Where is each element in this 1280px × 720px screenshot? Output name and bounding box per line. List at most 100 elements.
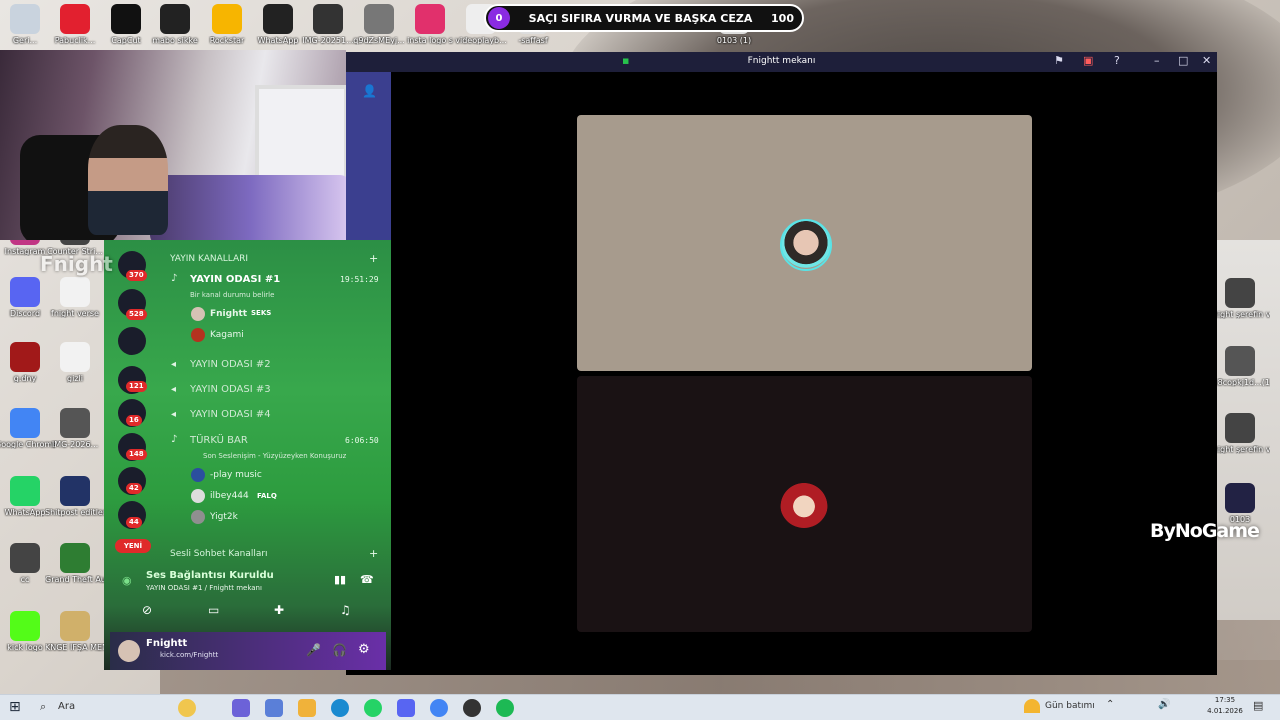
shortcut-icon (1225, 346, 1255, 376)
shortcut-label: 0103 (1) (716, 36, 752, 45)
user-tag-falq: FALQ (257, 492, 277, 500)
shortcut-label: -saffasf (518, 36, 548, 45)
channel-yayin-3[interactable]: YAYIN ODASI #3 (190, 384, 271, 395)
settings-gear-icon[interactable]: ⚙ (358, 642, 370, 657)
taskbar-search[interactable]: Ara (58, 701, 75, 712)
shortcut-icon (60, 476, 90, 506)
user-avatar (191, 307, 205, 321)
spotify-icon[interactable] (496, 699, 514, 717)
add-user-icon[interactable]: 👤 (362, 84, 377, 98)
user-tag-seks: SEKS (251, 309, 272, 317)
soundboard-icon[interactable]: ♫ (340, 603, 351, 617)
category-sesli-sohbet[interactable]: Sesli Sohbet Kanalları (170, 549, 268, 559)
desktop-shortcut[interactable]: fnight verse (45, 277, 105, 318)
notification-icon[interactable]: ▤ (1253, 699, 1263, 712)
search-icon[interactable]: ⌕ (40, 700, 46, 714)
shortcut-label: videoplayb... (455, 36, 507, 45)
popout-icon[interactable]: ▣ (1083, 54, 1093, 67)
speaker-icon: ◂ (171, 409, 177, 420)
participant-tile-1[interactable] (577, 115, 1032, 371)
channel-yayin-2[interactable]: YAYIN ODASI #2 (190, 359, 271, 370)
shortcut-icon (10, 342, 40, 372)
shortcut-icon (60, 4, 90, 34)
shortcut-icon (313, 4, 343, 34)
shortcut-icon (212, 4, 242, 34)
windows-start-icon[interactable]: ⊞ (9, 699, 21, 715)
headphones-icon[interactable]: 🎧 (332, 643, 347, 657)
voice-status[interactable]: Ses Bağlantısı Kuruldu (146, 570, 274, 581)
edge-icon[interactable] (331, 699, 349, 717)
channel-timer: 6:06:50 (345, 436, 379, 445)
maximize-icon[interactable]: □ (1178, 54, 1188, 67)
desktop-shortcut[interactable]: IMG-2026... (45, 408, 105, 449)
window-titlebar: ▪ Fnightt mekanı ⚑ ▣ ? – □ ✕ (346, 52, 1217, 72)
new-badge[interactable]: YENİ (115, 539, 151, 553)
shortcut-icon (10, 408, 40, 438)
desktop-shortcut[interactable]: fnight şerefin varmı şerefin (1210, 278, 1270, 319)
minimize-icon[interactable]: – (1154, 54, 1160, 67)
desktop-shortcut[interactable]: gizli (45, 342, 105, 383)
shortcut-icon (364, 4, 394, 34)
user-avatar (191, 468, 205, 482)
speaker-icon: ◂ (171, 359, 177, 370)
channel-yayin-1[interactable]: YAYIN ODASI #1 (190, 274, 280, 285)
category-yayin[interactable]: YAYIN KANALLARI (170, 254, 248, 264)
voice-connection-panel: ◉ Ses Bağlantısı Kuruldu YAYIN ODASI #1 … (110, 564, 386, 630)
channel-yayin-4[interactable]: YAYIN ODASI #4 (190, 409, 271, 420)
shortcut-label: KNGE İFŞA MEN (45, 643, 105, 652)
voice-location: YAYIN ODASI #1 / Fnightt mekanı (146, 584, 262, 592)
clock-date[interactable]: 4.01.2026 (1202, 707, 1248, 715)
shortcut-icon (415, 4, 445, 34)
clock-time[interactable]: 17:35 (1210, 696, 1240, 704)
noise-suppression-icon[interactable]: ▮▮ (334, 573, 346, 586)
shortcut-icon (10, 543, 40, 573)
discord-icon[interactable] (397, 699, 415, 717)
weather-text[interactable]: Gün batımı (1045, 701, 1095, 711)
desktop-shortcut[interactable]: KNGE İFŞA MEN (45, 611, 105, 652)
channel-status[interactable]: Son Seslenişim - Yüzyüzeyken Konuşuruz (203, 452, 346, 460)
voice-user-play-music[interactable]: -play music (210, 470, 262, 480)
desktop-shortcut[interactable]: Grand Theft Auto V (45, 543, 105, 584)
desktop-shortcut[interactable]: mabo sikke (145, 4, 205, 45)
channel-status[interactable]: Bir kanal durumu belirle (190, 291, 274, 299)
desktop-shortcut[interactable]: 8.8copkj1d...(1) (1210, 346, 1270, 387)
activities-icon[interactable]: ✚ (274, 603, 284, 617)
avatar[interactable] (118, 640, 140, 662)
chevron-up-icon[interactable]: ⌃ (1106, 699, 1114, 710)
file-explorer-icon[interactable] (298, 699, 316, 717)
user-avatar (191, 510, 205, 524)
screen-share-icon[interactable]: ▭ (208, 603, 219, 617)
obs-icon[interactable] (463, 699, 481, 717)
store-icon[interactable] (265, 699, 283, 717)
participant-tile-2[interactable] (577, 376, 1032, 632)
search-highlight-icon[interactable] (178, 699, 196, 717)
speaker-icon[interactable]: 🔊 (1158, 699, 1170, 710)
speaker-icon: ♪ (171, 434, 178, 445)
add-channel-icon[interactable]: + (369, 547, 378, 560)
camera-off-icon[interactable]: ⊘ (142, 603, 152, 617)
speaker-icon: ◂ (171, 384, 177, 395)
disconnect-icon[interactable]: ☎ (360, 573, 374, 586)
voice-user-kagami[interactable]: Kagami (210, 330, 244, 340)
server-mention-badge: 42 (126, 483, 142, 494)
signal-icon[interactable]: ◉ (122, 574, 132, 587)
add-channel-icon[interactable]: + (369, 252, 378, 265)
close-icon[interactable]: ✕ (1202, 54, 1211, 67)
voice-user-yigt2k[interactable]: Yigt2k (210, 512, 238, 522)
desktop-shortcut[interactable]: fnight şerefin varmı şerefin (1210, 413, 1270, 454)
channel-turku-bar[interactable]: TÜRKÜ BAR (190, 435, 248, 446)
voice-user-fnightt[interactable]: Fnightt (210, 309, 247, 319)
user-avatar (191, 489, 205, 503)
help-icon[interactable]: ? (1114, 54, 1120, 67)
desktop-shortcut[interactable]: Shitpost editler... (45, 476, 105, 517)
server-mention-badge: 370 (126, 270, 147, 281)
copilot-icon[interactable] (232, 699, 250, 717)
weather-sun-icon[interactable] (1024, 699, 1040, 713)
server-icon[interactable] (118, 327, 146, 355)
flag-icon[interactable]: ⚑ (1054, 54, 1064, 67)
microphone-icon[interactable]: 🎤 (306, 643, 321, 657)
whatsapp-icon[interactable] (364, 699, 382, 717)
chrome-icon[interactable] (430, 699, 448, 717)
desktop-shortcut[interactable]: 0103 (1210, 483, 1270, 524)
voice-user-ilbey444[interactable]: ilbey444 (210, 491, 249, 501)
